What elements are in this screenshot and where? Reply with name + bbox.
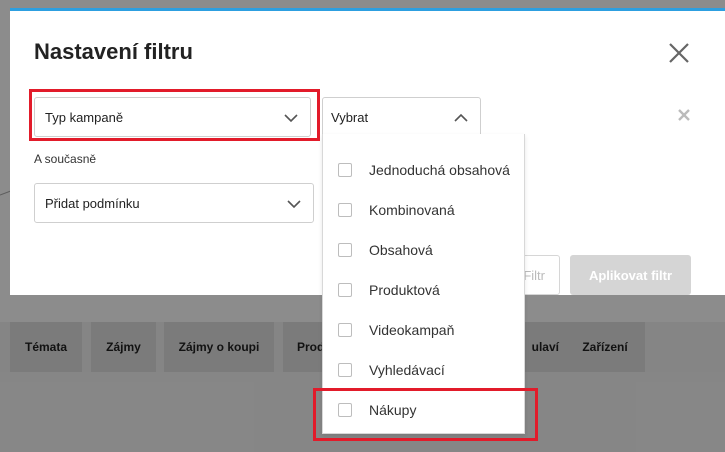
checkbox[interactable] — [338, 243, 352, 257]
value-select-label: Vybrat — [331, 109, 369, 125]
dropdown-option[interactable]: Jednoduchá obsahová — [323, 150, 524, 190]
checkbox[interactable] — [338, 283, 352, 297]
checkbox[interactable] — [338, 363, 352, 377]
add-condition-select-label: Přidat podmínku — [45, 195, 140, 211]
campaign-type-dropdown: Jednoduchá obsahová Kombinovaná Obsahová… — [322, 134, 525, 434]
dropdown-option[interactable]: Videokampaň — [323, 310, 524, 350]
campaign-type-select[interactable]: Typ kampaně — [34, 97, 311, 137]
dropdown-option[interactable]: Obsahová — [323, 230, 524, 270]
dropdown-option-label: Produktová — [369, 282, 440, 298]
chevron-down-icon — [287, 200, 301, 209]
value-select[interactable]: Vybrat — [322, 97, 481, 137]
checkbox[interactable] — [338, 203, 352, 217]
dropdown-option-label: Obsahová — [369, 242, 433, 258]
chevron-down-icon — [284, 114, 298, 123]
campaign-type-select-label: Typ kampaně — [45, 109, 124, 125]
modal-title: Nastavení filtru — [34, 39, 193, 64]
dropdown-option-label: Jednoduchá obsahová — [369, 162, 510, 178]
add-condition-select[interactable]: Přidat podmínku — [34, 183, 314, 223]
dropdown-option-label: Kombinovaná — [369, 202, 455, 218]
chevron-up-icon — [454, 113, 468, 122]
dropdown-option[interactable]: Kombinovaná — [323, 190, 524, 230]
dropdown-option[interactable]: Vyhledávací — [323, 350, 524, 390]
dropdown-option[interactable]: Nákupy — [323, 390, 524, 430]
dropdown-option-label: Videokampaň — [369, 322, 455, 338]
remove-row-icon[interactable] — [677, 108, 691, 122]
filter-button-label: Filtr — [523, 267, 545, 283]
dropdown-option-label: Nákupy — [369, 402, 417, 418]
close-icon[interactable] — [667, 41, 691, 65]
dropdown-option-label: Vyhledávací — [369, 362, 445, 378]
checkbox[interactable] — [338, 163, 352, 177]
and-label: A současně — [34, 152, 97, 166]
apply-filter-button[interactable]: Aplikovat filtr — [570, 255, 691, 295]
dropdown-option[interactable]: Produktová — [323, 270, 524, 310]
checkbox[interactable] — [338, 403, 352, 417]
checkbox[interactable] — [338, 323, 352, 337]
